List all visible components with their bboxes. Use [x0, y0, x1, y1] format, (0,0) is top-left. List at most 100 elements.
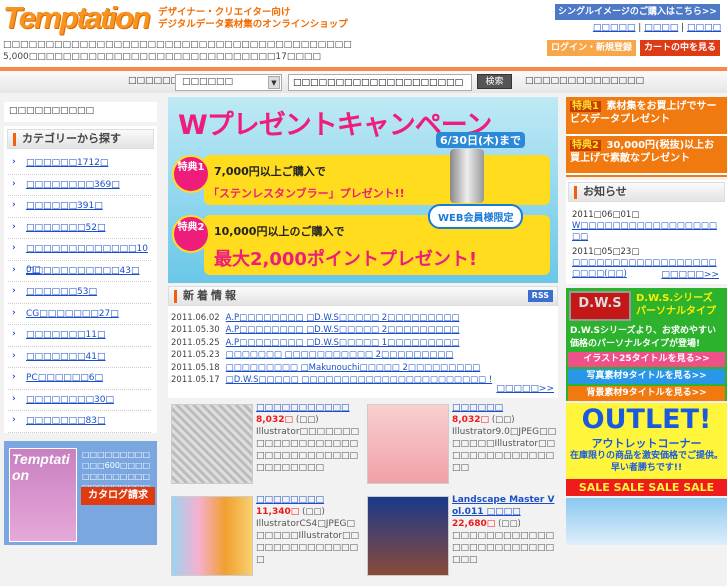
category-item: □□□□□□53□ [8, 281, 151, 304]
dws-logo: D.W.S [569, 291, 631, 321]
category-item: PC□□□□□□6□ [8, 367, 151, 390]
promo-image[interactable] [566, 498, 727, 545]
desc-line: 5,000□□□□□□□□□□□□□□□□□□□□□□□□□□□□□17□□□□ [3, 52, 321, 62]
category-panel: カテゴリーから探す □□□□□□1712□ □□□□□□□□369□ □□□□□□3… [4, 126, 157, 433]
select-value: □□□□□□ [182, 77, 234, 87]
category-item: □□□□□□□52□ [8, 217, 151, 239]
site-description: □□□□□□□□□□□□□□□□□□□□□□□□□□□□□□□□□□□□□□□□… [3, 39, 503, 63]
outlet-title: OUTLET! [581, 404, 712, 435]
search-input[interactable] [288, 74, 472, 91]
info-more-link[interactable]: □□□□□>> [661, 270, 719, 280]
category-link[interactable]: □□□□□□□83□ [26, 416, 105, 426]
rss-button[interactable]: RSS [527, 290, 553, 302]
campaign-banner[interactable]: Wプレゼントキャンペーン 6/30日(木)まで 7,000円以上ご購入で 「ステ… [168, 97, 558, 283]
dws-bg-button[interactable]: 背景素材9タイトルを見る>> [568, 386, 725, 401]
login-button[interactable]: ログイン・新規登録 [547, 40, 636, 56]
product-desc: IllustratorCS4□JPEG□□□□□□Illustrator□□□□… [256, 519, 360, 565]
category-item: □□□□□□□□□□□□□100□ [8, 238, 151, 275]
dws-desc: D.W.Sシリーズより、お求めやすい価格のパーソナルタイプが登場! [570, 326, 716, 349]
outlet-subtitle: アウトレットコーナー [591, 437, 702, 450]
product-card: □□□□□□ 8,032□ (□□) Illustrator9.0□JPEG□□□□… [364, 402, 559, 494]
news-date: 2011.05.30 [171, 325, 220, 336]
category-link[interactable]: □□□□□□□□369□ [26, 180, 120, 190]
product-card: □□□□□□□□□□□ 8,032□ (□□) Illustrator□□□□□□□… [168, 402, 363, 494]
news-panel: 新着情報 RSS 2011.06.02 A.P□□□□□□□□ □D.W.S□□□□… [168, 286, 558, 398]
category-item: □□□□□□391□ [8, 195, 151, 218]
single-image-button[interactable]: シングルイメージのご購入はこちら>> [555, 4, 720, 20]
news-more-link[interactable]: □□□□□>> [496, 384, 554, 394]
product-title[interactable]: □□□□□□ [452, 403, 503, 413]
perk-tag: 特典2 [570, 140, 601, 151]
cart-button[interactable]: カートの中を見る [640, 40, 720, 56]
product-image[interactable] [367, 404, 449, 484]
dws-banner[interactable]: D.W.S D.W.S.シリーズ パーソナルタイプ D.W.Sシリーズより、お求… [566, 288, 727, 401]
news-link[interactable]: □D.W.S□□□□□ □□□□□□□□□□□□□□□□□□□□□□□ ! [226, 375, 492, 385]
advanced-search-link[interactable]: □□□□□□□□□□□□□□ [525, 76, 720, 86]
outlet-sale: SALE SALE SALE SALE [566, 479, 727, 496]
category-item: □□□□□□□41□ [8, 346, 151, 368]
category-item: □□□□□□□11□ [8, 324, 151, 347]
category-link[interactable]: □□□□□□□41□ [26, 352, 105, 362]
news-item: 2011.05.30 A.P□□□□□□□□ □D.W.S□□□□□ 2□□□□□… [168, 324, 558, 336]
top-link[interactable]: □□□□ [644, 23, 678, 33]
info-link[interactable]: W□□□□□□□□□□□□□□□□□□□ [572, 221, 717, 242]
outlet-banner[interactable]: OUTLET! アウトレットコーナー 在庫限りの商品を激安価格でご提供。早い者勝… [566, 403, 727, 496]
category-link[interactable]: □□□□□□391□ [26, 201, 103, 211]
top-link[interactable]: □□□□ [687, 23, 721, 33]
news-item: 2011.05.18 □□□□□□□□□ □Makunouchi□□□□□ 2□□… [168, 362, 558, 374]
category-link[interactable]: □□□□□□53□ [26, 287, 97, 297]
cover-title: Temptation [12, 451, 70, 483]
dws-photo-button[interactable]: 写真素材9タイトルを見る>> [568, 369, 725, 384]
product-tax: (□□) [295, 415, 319, 425]
category-link[interactable]: □□□□□□□11□ [26, 330, 105, 340]
category-item: □□□□□□□□30□ [8, 389, 151, 411]
category-link[interactable]: □□□□□□□52□ [26, 223, 105, 233]
logo[interactable]: Temptation [3, 0, 151, 36]
category-link[interactable]: □□□□□□□□30□ [26, 395, 114, 405]
news-link[interactable]: □□□□□□□ □□□□□□□□□□□ 2□□□□□□□□□ [226, 350, 454, 360]
dws-title: D.W.S.シリーズ パーソナルタイプ [636, 293, 716, 317]
top-link[interactable]: □□□□□ [593, 23, 636, 33]
news-link[interactable]: A.P□□□□□□□□ □D.W.S□□□□□ 2□□□□□□□□□ [226, 325, 460, 335]
info-panel: お知らせ 2011□06□01□ W□□□□□□□□□□□□□□□□□□□ 201… [566, 180, 727, 284]
perk-2: 特典2 30,000円(税抜)以上お買上げで素敵なプレゼント [566, 136, 727, 175]
tagline-line: デジタルデータ素材集のオンラインショップ [158, 19, 348, 30]
news-link[interactable]: A.P□□□□□□□□ □D.W.S□□□□□ 2□□□□□□□□□ [226, 313, 460, 323]
perk1-badge: 特典1 [172, 155, 210, 193]
search-button[interactable]: 検索 [477, 74, 512, 89]
product-desc: Illustrator9.0□JPEG□□□□□□□Illustrator□□□… [452, 427, 557, 473]
news-link[interactable]: A.P□□□□□□□□ □D.W.S□□□□□ 1□□□□□□□□□ [226, 338, 460, 348]
catalog-request-panel: Temptation □□□□□□□□□□□□600□□□□□□□□□□□□□□… [4, 441, 157, 545]
news-item: 2011.05.23 □□□□□□□ □□□□□□□□□□□ 2□□□□□□□□□ [168, 349, 558, 361]
top-links: □□□□□ | □□□□ | □□□□ [592, 23, 721, 33]
chevron-down-icon: ▼ [268, 76, 280, 89]
perks-banner[interactable]: 特典1 素材集をお買上げでサービスデータプレゼント 特典2 30,000円(税抜… [566, 97, 727, 177]
category-link[interactable]: PC□□□□□□6□ [26, 373, 103, 383]
news-link[interactable]: □□□□□□□□□ □Makunouchi□□□□□ 2□□□□□□□□□ [226, 363, 481, 373]
dws-illust-button[interactable]: イラスト25タイトルを見る>> [568, 352, 725, 367]
search-category-select[interactable]: □□□□□□ ▼ [175, 74, 282, 91]
news-date: 2011.06.02 [171, 313, 220, 323]
desc-line: □□□□□□□□□□□□□□□□□□□□□□□□□□□□□□□□□□□□□□□□… [3, 40, 352, 50]
product-image[interactable] [171, 496, 253, 576]
outlet-desc: 在庫限りの商品を激安価格でご提供。早い者勝ちです!! [569, 451, 723, 473]
perk2-badge: 特典2 [172, 215, 210, 253]
catalog-request-button[interactable]: カタログ請求 [81, 487, 155, 505]
product-title[interactable]: Landscape Master Vol.011 □□□□ [452, 495, 554, 517]
catalog-cover-image[interactable]: Temptation [9, 448, 77, 542]
header: Temptation デザイナー・クリエイター向け デジタルデータ素材集のオンライ… [0, 0, 727, 68]
product-title[interactable]: □□□□□□□□□□□ [256, 403, 350, 413]
perk1-line1: 7,000円以上ご購入で [214, 165, 326, 178]
category-link[interactable]: □□□□□□1712□ [26, 158, 108, 168]
product-card: □□□□□□□□ 11,340□ (□□) IllustratorCS4□JPEG□… [168, 494, 363, 586]
product-image[interactable] [367, 496, 449, 576]
product-image[interactable] [171, 404, 253, 484]
category-link[interactable]: □□□□□□□□□□□43□ [26, 266, 140, 276]
perk-tag: 特典1 [570, 101, 601, 112]
news-title: 新着情報 [183, 289, 239, 302]
news-item: 2011.06.02 A.P□□□□□□□□ □D.W.S□□□□□ 2□□□□□… [168, 312, 558, 324]
sidebar-top-box[interactable]: □□□□□□□□□□ [4, 102, 157, 122]
category-link[interactable]: CG□□□□□□□27□ [26, 309, 119, 319]
info-date: 2011□05□23□ [572, 247, 640, 257]
product-title[interactable]: □□□□□□□□ [256, 495, 324, 505]
